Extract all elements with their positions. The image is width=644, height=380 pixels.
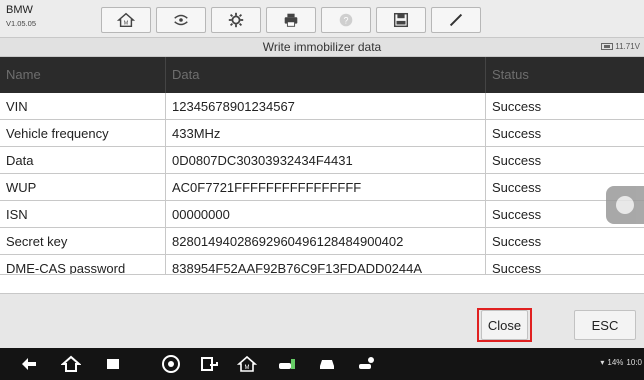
help-button[interactable]: ?: [321, 7, 371, 33]
toolbar: M ?: [101, 7, 486, 33]
voltage-indicator: 11.71V: [601, 42, 640, 51]
clock: 10:0: [626, 358, 642, 367]
table-row: ISN 00000000 Success: [0, 201, 644, 228]
cell-data: AC0F7721FFFFFFFFFFFFFFFF: [166, 174, 486, 200]
print-icon: [284, 13, 298, 27]
cell-data: 82801494028692960496128484900402: [166, 228, 486, 254]
cell-status: Success: [492, 261, 542, 274]
home-icon: [61, 355, 81, 372]
cell-data: 12345678901234567: [166, 93, 486, 119]
column-header-status: Status: [492, 67, 529, 82]
car-service-icon: [359, 357, 374, 369]
pen-icon: [449, 13, 463, 27]
screenshot-icon: [201, 357, 218, 371]
battery-icon: [601, 43, 614, 50]
cell-name: Data: [0, 147, 166, 173]
svg-text:?: ?: [343, 16, 348, 26]
cell-status: Success: [492, 126, 542, 141]
immobilizer-data-table: Name Data Status VIN 12345678901234567 S…: [0, 57, 644, 275]
close-highlight-box: [477, 308, 532, 342]
svg-text:M: M: [124, 21, 129, 27]
voltage-value: 11.71V: [615, 42, 640, 51]
cell-name: Secret key: [0, 228, 166, 254]
vehicle-swap-button[interactable]: [156, 7, 206, 33]
cell-data: 00000000: [166, 201, 486, 227]
table-row: Vehicle frequency 433MHz Success: [0, 120, 644, 147]
save-icon: [393, 12, 409, 28]
pen-button[interactable]: [431, 7, 481, 33]
gear-icon: [228, 12, 244, 28]
column-header-data: Data: [166, 57, 486, 93]
cell-name: ISN: [0, 201, 166, 227]
cell-data: 0D0807DC30303932434F4431: [166, 147, 486, 173]
android-nav-bar: M ▾ 14% 10:0: [0, 348, 644, 380]
title-bar: Write immobilizer data 11.71V: [0, 38, 644, 57]
table-row: VIN 12345678901234567 Success: [0, 93, 644, 120]
home-button[interactable]: M: [101, 7, 151, 33]
car-icon: [320, 360, 334, 369]
vehicle-home-button[interactable]: M: [236, 354, 258, 374]
help-icon: ?: [339, 13, 353, 27]
cell-data: 838954F52AAF92B76C9F13FDADD0244A: [166, 255, 486, 274]
cell-name: DME-CAS password: [0, 255, 166, 274]
wifi-icon: ▾: [600, 358, 605, 367]
table-row: DME-CAS password 838954F52AAF92B76C9F13F…: [0, 255, 644, 275]
table-row: Data 0D0807DC30303932434F4431 Success: [0, 147, 644, 174]
table-row: Secret key 82801494028692960496128484900…: [0, 228, 644, 255]
cell-data: 433MHz: [166, 120, 486, 146]
cell-name: WUP: [0, 174, 166, 200]
table-header: Name Data Status: [0, 57, 644, 93]
print-button[interactable]: [266, 7, 316, 33]
back-button[interactable]: [18, 354, 40, 374]
action-footer: Close ESC: [0, 293, 644, 349]
floating-assist-button[interactable]: [606, 186, 644, 224]
nav-home-button[interactable]: [60, 354, 82, 374]
vehicle-swap-icon: [174, 14, 188, 26]
screenshot-button[interactable]: [198, 354, 220, 374]
cell-name: VIN: [0, 93, 166, 119]
esc-button[interactable]: ESC: [574, 310, 636, 340]
back-icon: [22, 358, 36, 370]
cell-status: Success: [492, 99, 542, 114]
table-row: WUP AC0F7721FFFFFFFFFFFFFFFF Success: [0, 174, 644, 201]
brand-name: BMW: [6, 4, 33, 16]
recents-button[interactable]: [102, 354, 124, 374]
chrome-icon: [162, 355, 180, 373]
settings-button[interactable]: [211, 7, 261, 33]
status-area: ▾ 14% 10:0: [600, 358, 642, 367]
car-diagnostic-button[interactable]: [276, 354, 298, 374]
column-header-name: Name: [0, 57, 166, 93]
save-button[interactable]: [376, 7, 426, 33]
cell-name: Vehicle frequency: [0, 120, 166, 146]
top-bar: BMW V1.05.05 M ?: [0, 0, 644, 38]
car-service-button[interactable]: [356, 354, 378, 374]
battery-percent: 14%: [607, 358, 624, 367]
cell-status: Success: [492, 234, 542, 249]
page-title: Write immobilizer data: [262, 40, 382, 54]
brand-block: BMW V1.05.05: [6, 5, 36, 29]
chrome-button[interactable]: [160, 354, 182, 374]
svg-text:M: M: [245, 365, 250, 371]
home-icon: M: [117, 12, 135, 28]
cell-status: Success: [492, 153, 542, 168]
car-diagnostic-icon: [279, 359, 295, 369]
car-button[interactable]: [316, 354, 338, 374]
recents-icon: [107, 359, 119, 369]
vehicle-home-icon: M: [237, 355, 257, 372]
version-label: V1.05.05: [6, 19, 37, 28]
